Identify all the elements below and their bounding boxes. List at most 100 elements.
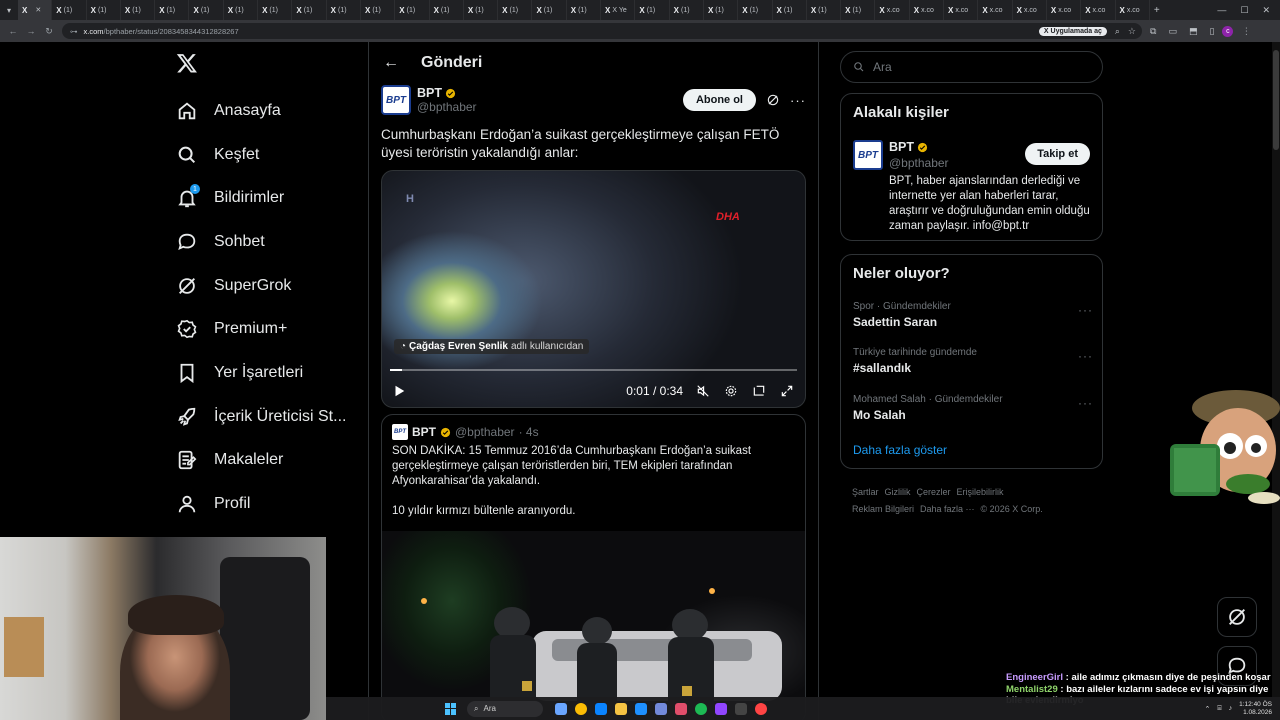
browser-tab[interactable]: X (1) [807,0,842,20]
discord-icon[interactable] [655,702,667,715]
site-info-icon[interactable]: ⊶ [70,27,78,36]
nav-item-grok[interactable]: SuperGrok [176,271,291,301]
browser-tab[interactable]: X ✕ [18,0,53,20]
forward-icon[interactable]: → [26,26,36,36]
footer-link[interactable]: Reklam Bilgileri [852,504,914,514]
video-credit[interactable]: ◔ Çağdaş Evren Şenlik adlı kullanıcıdan [394,339,590,354]
browser-tab[interactable]: X (1) [121,0,156,20]
video-progress-bar[interactable] [390,369,797,371]
file-explorer-icon[interactable] [555,702,567,715]
quoted-post[interactable]: BPT BPT @bpthaber · 4s SON DAKİKA: 15 Te… [381,414,806,720]
footer-link[interactable]: © 2026 X Corp. [981,504,1043,514]
browser-tab[interactable]: Xx.co [1013,0,1047,20]
windows-start-icon[interactable] [445,702,457,715]
mute-icon[interactable] [695,383,711,399]
browser-tab[interactable]: Xx.co [944,0,979,20]
close-tab-icon[interactable]: ✕ [35,6,41,14]
browser-tab[interactable]: X (1) [327,0,361,20]
browser-tab[interactable]: Xx.co [1116,0,1150,20]
reload-icon[interactable]: ↻ [44,26,54,37]
trend-item[interactable]: Mohamed Salah · Gündemdekiler Mo Salah ··· [853,394,1093,422]
browser-tab[interactable]: X (1) [773,0,807,20]
settings-gear-icon[interactable] [723,383,739,399]
browser-tab[interactable]: X (1) [841,0,876,20]
browser-tab[interactable]: X (1) [258,0,293,20]
extensions-icon[interactable]: ⧉ [1150,26,1156,37]
browser-tab[interactable]: X (1) [52,0,87,20]
nav-item-bell[interactable]: 1 Bildirimler [176,183,284,213]
quoted-post-photo[interactable] [382,531,805,720]
nav-item-rocket[interactable]: İçerik Üreticisi St... [176,402,346,432]
browser-tab[interactable]: X (1) [224,0,259,20]
star-icon[interactable]: ☆ [1128,26,1136,37]
picture-in-picture-icon[interactable] [751,383,767,399]
app-icon[interactable] [675,702,687,715]
scrollbar-thumb[interactable] [1273,50,1279,150]
profile-avatar[interactable]: c [1222,25,1234,37]
browser-tab[interactable]: X (1) [292,0,327,20]
close-window-icon[interactable]: ✕ [1262,5,1270,16]
tray-chevron-icon[interactable]: ⌃ [1205,705,1211,713]
browser-tab[interactable]: Xx.co [875,0,910,20]
tab-search-button[interactable]: ▾ [0,6,18,15]
browser-tab[interactable]: Xx.co [1047,0,1082,20]
related-avatar[interactable]: BPT [853,140,883,170]
scrollbar[interactable] [1272,42,1280,720]
author-avatar[interactable]: BPT [381,85,411,115]
related-name-row[interactable]: BPT [889,140,928,154]
nav-item-profile[interactable]: Profil [176,489,250,519]
follow-button[interactable]: Takip et [1025,143,1090,165]
nav-item-home[interactable]: Anasayfa [176,96,281,126]
footer-link[interactable]: Daha fazla ··· [920,504,975,514]
minimize-icon[interactable]: — [1217,5,1226,16]
browser-tab[interactable]: X (1) [430,0,464,20]
address-bar[interactable]: ⊶ x.com/bpthaber/status/2083458344312828… [62,23,1142,39]
browser-tab[interactable]: X (1) [87,0,121,20]
spotify-icon[interactable] [695,702,707,715]
search-input[interactable]: Ara [840,51,1103,83]
browser-tab[interactable]: X (1) [361,0,396,20]
volume-icon[interactable]: ♪ [1229,705,1233,712]
sidebar-icon[interactable]: ▭ [1168,26,1177,37]
browser-tab[interactable]: X (1) [635,0,670,20]
trend-item[interactable]: Spor · Gündemdekiler Sadettin Saran ··· [853,301,1093,329]
browser-tab[interactable]: X (1) [498,0,533,20]
browser-tab[interactable]: Xx.co [910,0,945,20]
browser-tab[interactable]: X (1) [395,0,430,20]
cast-icon[interactable]: ⬒ [1189,26,1198,37]
browser-tab[interactable]: X (1) [464,0,499,20]
author-name-row[interactable]: BPT [417,86,477,100]
back-icon[interactable]: ← [8,26,18,36]
nav-item-premium[interactable]: Premium+ [176,314,287,344]
app-icon[interactable] [635,702,647,715]
browser-tab[interactable]: X (1) [704,0,739,20]
trend-more-icon[interactable]: ··· [1078,349,1093,363]
new-tab-button[interactable]: + [1150,5,1164,16]
browser-tab[interactable]: X (1) [567,0,602,20]
taskbar-clock[interactable]: 1:12:40 ÖS 1.08.2026 [1239,701,1272,717]
author-handle[interactable]: @bpthaber [417,100,477,114]
maximize-icon[interactable]: ☐ [1240,5,1248,16]
nav-item-bookmark[interactable]: Yer İşaretleri [176,358,303,388]
obs-icon[interactable] [735,702,747,715]
grok-icon[interactable] [766,93,780,107]
related-handle[interactable]: @bpthaber [889,156,949,170]
browser-tab[interactable]: Xx.co [978,0,1013,20]
more-options-icon[interactable]: ··· [790,93,806,108]
app-icon[interactable] [715,702,727,715]
nav-item-article[interactable]: Makaleler [176,445,283,475]
x-logo-icon[interactable] [176,52,198,74]
trend-item[interactable]: Türkiye tarihinde gündemde #sallandık ··· [853,347,1093,375]
footer-link[interactable]: Çerezler [917,487,951,497]
footer-link[interactable]: Şartlar [852,487,879,497]
menu-icon[interactable]: ⋮ [1241,26,1251,37]
browser-tab[interactable]: Xx.co [1081,0,1116,20]
browser-tab[interactable]: X (1) [670,0,704,20]
browser-tab[interactable]: X (1) [738,0,773,20]
nav-item-search[interactable]: Keşfet [176,140,259,170]
browser-tab[interactable]: XX Ye [601,0,636,20]
show-more-link[interactable]: Daha fazla göster [853,443,947,457]
grok-float-button[interactable] [1217,597,1257,637]
trend-more-icon[interactable]: ··· [1078,396,1093,410]
video-player[interactable]: H DHA ◔ Çağdaş Evren Şenlik adlı kullanı… [381,170,806,408]
